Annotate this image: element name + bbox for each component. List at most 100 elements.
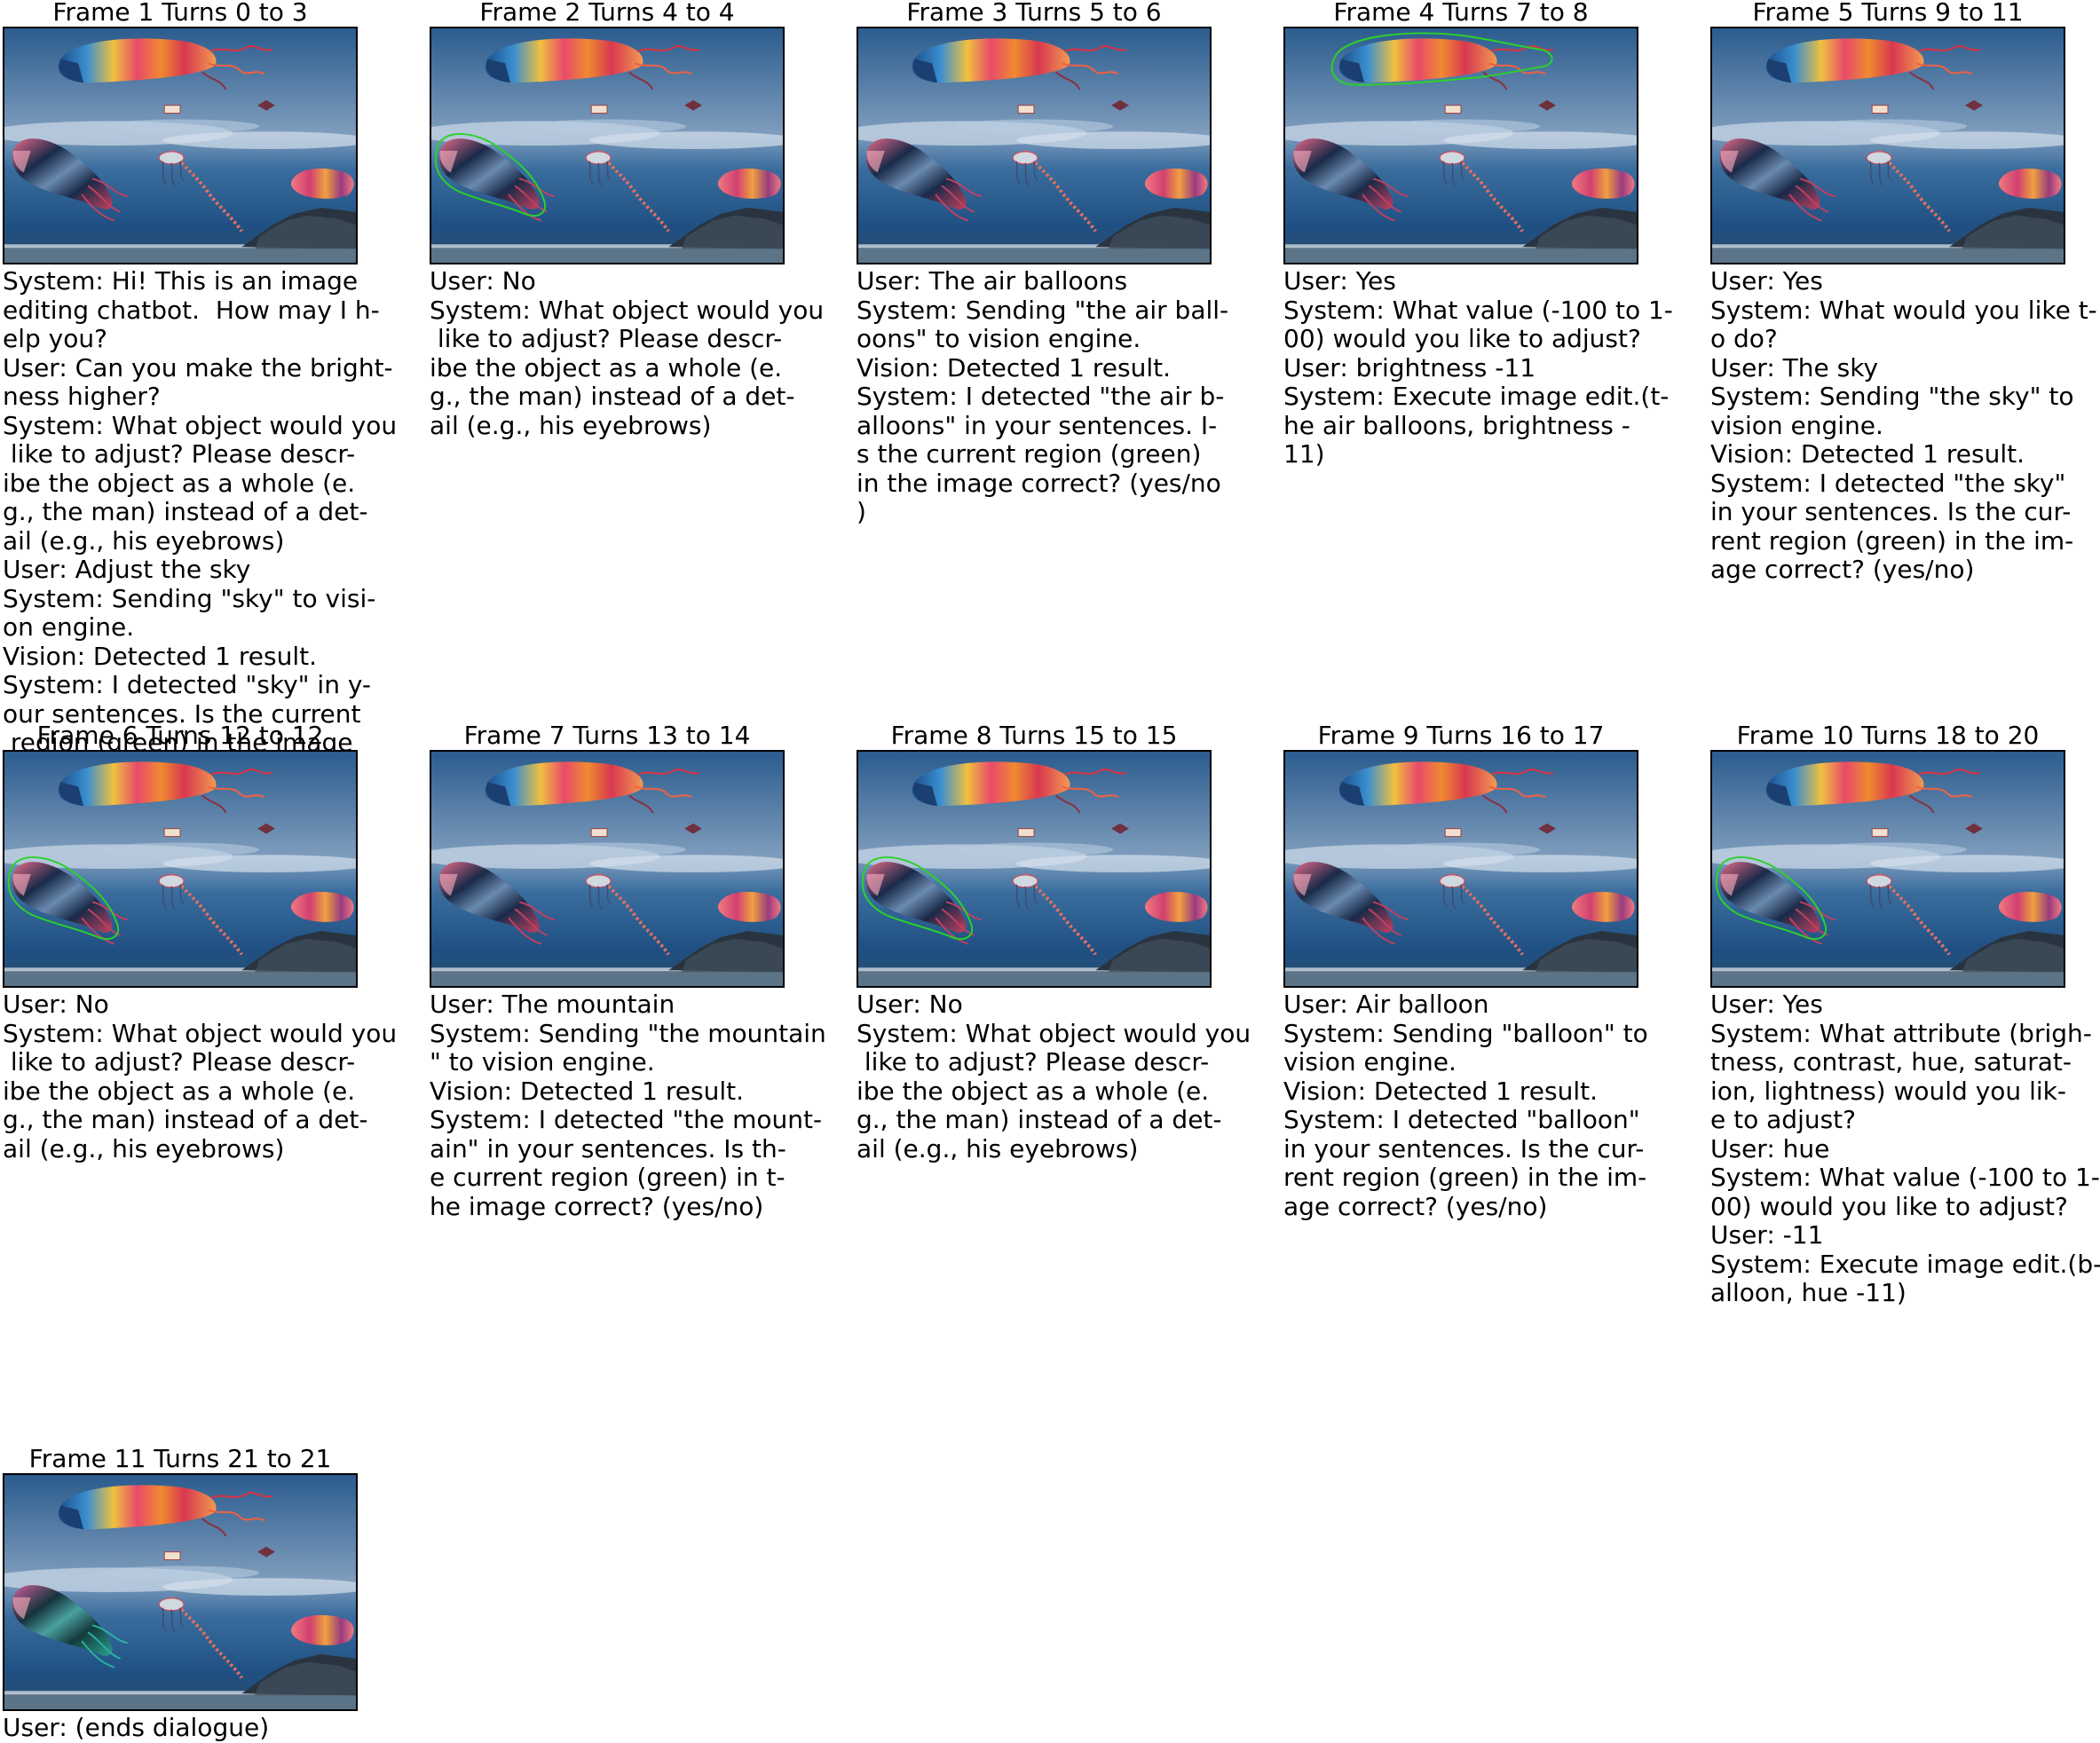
dialogue-line: User: Yes [1710,266,1823,296]
dialogue-line: in your sentences. Is the cur- [1283,1133,1645,1163]
dialogue-line: ) [857,497,866,526]
dialogue-line: User: The mountain [430,990,675,1019]
dialogue-transcript: User: Yes System: What value (-100 to 1- 0… [1283,266,1692,469]
frame-image [3,1473,358,1711]
dialogue-transcript: User: Air balloon System: Sending "balloo… [1283,990,1692,1221]
frame-image [857,750,1212,988]
dialogue-line: g., the man) instead of a det- [3,1105,368,1134]
dialogue-line: he air balloons, brightness - [1283,410,1630,440]
dialogue-line: " to vision engine. [430,1047,655,1077]
dialogue-line: ibe the object as a whole (e. [3,468,356,498]
frame-image [857,27,1212,264]
dialogue-line: System: What object would you [857,1018,1251,1048]
kite-scene-image [431,752,783,986]
frame-image [3,750,358,988]
dialogue-line: System: I detected "the mount- [430,1105,823,1134]
dialogue-line: System: Hi! This is an image [3,266,359,296]
dialogue-line: 11) [1283,439,1325,469]
dialogue-line: vision engine. [1283,1047,1457,1077]
dialogue-transcript: User: The air balloons System: Sending "t… [857,266,1265,527]
frame-title: Frame 1 Turns 0 to 3 [52,0,308,27]
dialogue-line: 00) would you like to adjust? [1710,1191,2068,1221]
frame-image [430,750,785,988]
kite-scene-image [858,28,1210,263]
dialogue-line: System: I detected "the air b- [857,382,1225,411]
dialogue-line: System: I detected "sky" in y- [3,670,372,699]
dialogue-transcript: User: Yes System: What attribute (brigh-t… [1710,990,2100,1308]
dialogue-line: User: The sky [1710,352,1879,383]
dialogue-line: User: hue [1710,1133,1830,1163]
frame-title: Frame 3 Turns 5 to 6 [906,0,1162,27]
dialogue-line: in your sentences. Is the cur- [1710,497,2072,526]
dialogue-line: User: No [857,990,963,1019]
dialogue-transcript: User: Yes System: What would you like t-o… [1710,266,2100,585]
dialogue-line: ail (e.g., his eyebrows) [430,410,712,440]
dialogue-line: oons" to vision engine. [857,324,1141,353]
dialogue-line: System: What attribute (brigh- [1710,1018,2092,1048]
dialogue-line: User: Can you make the bright- [3,352,393,383]
dialogue-line: System: Sending "the air ball- [857,295,1229,325]
dialogue-line: ain" in your sentences. Is th- [430,1133,786,1163]
dialogue-line: System: Sending "balloon" to [1283,1018,1648,1048]
dialogue-line: Vision: Detected 1 result. [3,641,317,671]
dialogue-line: System: Sending "the sky" to [1710,382,2074,411]
kite-scene-image [858,752,1210,986]
dialogue-line: ail (e.g., his eyebrows) [3,1133,285,1163]
frame-image [1710,27,2065,264]
dialogue-transcript: User: No System: What object would you li… [3,990,411,1163]
dialogue-line: User: Yes [1283,266,1396,296]
dialogue-line: 00) would you like to adjust? [1283,324,1641,353]
dialogue-line: System: What would you like t- [1710,295,2097,325]
frame-title: Frame 7 Turns 13 to 14 [463,721,751,750]
dialogue-line: System: Execute image edit.(b- [1710,1249,2100,1279]
dialogue-transcript: User: (ends dialogue) [3,1713,411,1743]
frame-image [1283,27,1638,264]
dialogue-line: e current region (green) in t- [430,1163,786,1192]
dialogue-line: like to adjust? Please descr- [3,1047,356,1077]
frame-title: Frame 5 Turns 9 to 11 [1752,0,2024,27]
frame-title: Frame 4 Turns 7 to 8 [1333,0,1589,27]
dialogue-line: rent region (green) in the im- [1710,525,2074,556]
kite-scene-image [1712,752,2064,986]
dialogue-line: ion, lightness) would you lik- [1710,1076,2066,1106]
dialogue-line: ibe the object as a whole (e. [430,352,783,383]
dialogue-line: System: Sending "sky" to visi- [3,583,376,613]
dialogue-line: ibe the object as a whole (e. [3,1076,356,1106]
kite-scene-image [4,1475,356,1709]
dialogue-line: ail (e.g., his eyebrows) [857,1133,1139,1163]
dialogue-line: like to adjust? Please descr- [430,324,783,353]
dialogue-line: System: What object would you [3,410,398,440]
dialogue-line: age correct? (yes/no) [1283,1191,1548,1221]
dialogue-transcript: System: Hi! This is an image editing chat… [3,266,411,758]
dialogue-line: Vision: Detected 1 result. [430,1076,744,1106]
dialogue-line: he image correct? (yes/no) [430,1191,764,1221]
dialogue-line: age correct? (yes/no) [1710,555,1975,584]
dialogue-line: g., the man) instead of a det- [857,1105,1222,1134]
dialogue-line: ness higher? [3,382,161,411]
dialogue-line: alloon, hue -11) [1710,1278,1907,1307]
dialogue-line: Vision: Detected 1 result. [857,352,1171,383]
frame-title: Frame 11 Turns 21 to 21 [28,1444,332,1473]
dialogue-line: User: Yes [1710,990,1823,1019]
dialogue-line: g., the man) instead of a det- [3,497,368,526]
dialogue-line: System: What value (-100 to 1- [1283,295,1673,325]
dialogue-line: vision engine. [1710,410,1883,440]
dialogue-line: User: brightness -11 [1283,352,1536,383]
dialogue-line: System: I detected "the sky" [1710,468,2066,498]
frame-title: Frame 10 Turns 18 to 20 [1736,721,2040,750]
dialogue-line: User: -11 [1710,1220,1824,1250]
dialogue-line: User: Air balloon [1283,990,1489,1019]
dialogue-line: System: What object would you [430,295,825,325]
dialogue-line: System: I detected "balloon" [1283,1105,1640,1134]
kite-scene-image [4,752,356,986]
dialogue-line: o do? [1710,324,1778,353]
dialogue-line: User: (ends dialogue) [3,1713,270,1742]
dialogue-line: editing chatbot. How may I h- [3,295,380,325]
dialogue-line: like to adjust? Please descr- [857,1047,1210,1077]
frame-title: Frame 8 Turns 15 to 15 [890,721,1178,750]
dialogue-line: ail (e.g., his eyebrows) [3,525,285,556]
dialogue-line: on engine. [3,612,135,642]
dialogue-transcript: User: No System: What object would you li… [430,266,838,440]
dialogue-line: User: No [3,990,109,1019]
dialogue-line: e to adjust? [1710,1105,1857,1134]
